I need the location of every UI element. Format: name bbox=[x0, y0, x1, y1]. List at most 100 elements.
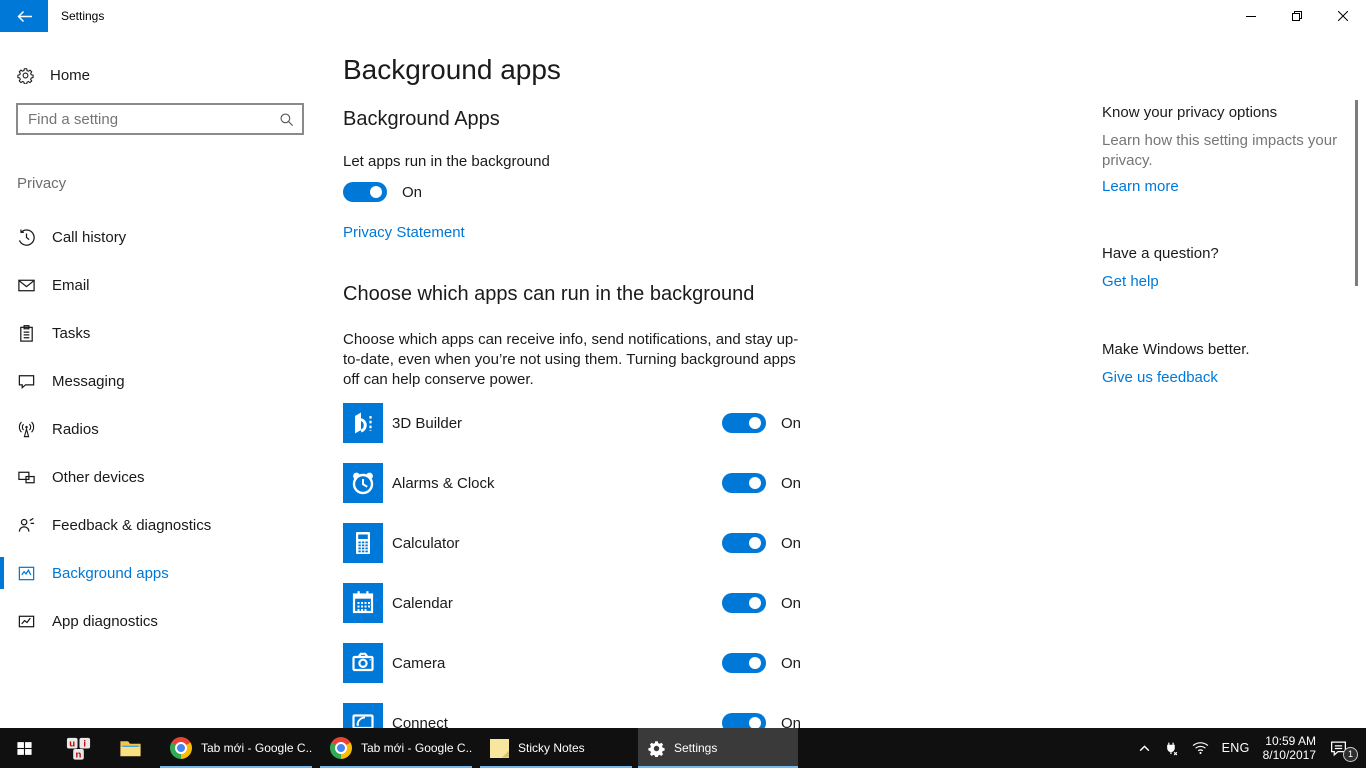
privacy-options-heading: Know your privacy options bbox=[1102, 104, 1277, 121]
start-button[interactable] bbox=[0, 728, 48, 768]
sidebar-item-home[interactable]: Home bbox=[0, 58, 320, 92]
app-toggle-calculator[interactable] bbox=[722, 533, 766, 553]
tasks-icon bbox=[17, 324, 36, 343]
taskbar-button-label: Tab mới - Google C... bbox=[361, 741, 472, 755]
sidebar-item-tasks[interactable]: Tasks bbox=[0, 309, 320, 357]
restore-icon bbox=[1292, 11, 1302, 21]
action-center-button[interactable]: 1 bbox=[1329, 739, 1354, 758]
chevron-up-icon bbox=[1138, 742, 1151, 755]
sidebar-item-background-apps[interactable]: Background apps bbox=[0, 549, 320, 597]
sidebar-item-label: Radios bbox=[52, 421, 99, 438]
feedback-heading: Make Windows better. bbox=[1102, 341, 1250, 358]
minimize-button[interactable] bbox=[1228, 0, 1274, 32]
camera-app-icon bbox=[343, 643, 383, 683]
taskbar-button-label: Settings bbox=[674, 741, 717, 755]
app-toggle-3d-builder[interactable] bbox=[722, 413, 766, 433]
app-name: 3D Builder bbox=[392, 415, 722, 432]
svg-text:u: u bbox=[69, 738, 75, 749]
app-toggle-camera[interactable] bbox=[722, 653, 766, 673]
plug-icon bbox=[1164, 741, 1179, 756]
app-toggle-state: On bbox=[781, 595, 801, 612]
call-history-icon bbox=[17, 228, 36, 247]
app-name: Calculator bbox=[392, 535, 722, 552]
settings-gear-icon bbox=[648, 740, 665, 757]
restore-button[interactable] bbox=[1274, 0, 1320, 32]
search-icon bbox=[279, 112, 302, 127]
sidebar-item-label: Messaging bbox=[52, 373, 125, 390]
get-help-link[interactable]: Get help bbox=[1102, 273, 1159, 290]
page-title: Background apps bbox=[343, 54, 561, 86]
sidebar-item-feedback-diagnostics[interactable]: Feedback & diagnostics bbox=[0, 501, 320, 549]
taskbar-button-label: Sticky Notes bbox=[518, 741, 585, 755]
tray-wifi[interactable] bbox=[1192, 741, 1209, 755]
sticky-notes-icon bbox=[490, 739, 509, 758]
app-row-camera: Camera On bbox=[343, 643, 801, 683]
radios-icon bbox=[17, 420, 36, 439]
tray-clock[interactable]: 10:59 AM8/10/2017 bbox=[1263, 734, 1316, 762]
file-explorer-button[interactable] bbox=[108, 728, 152, 768]
give-feedback-link[interactable]: Give us feedback bbox=[1102, 369, 1218, 386]
svg-text:n: n bbox=[75, 749, 81, 760]
app-name: Camera bbox=[392, 655, 722, 672]
sidebar-item-messaging[interactable]: Messaging bbox=[0, 357, 320, 405]
app-toggle-state: On bbox=[781, 655, 801, 672]
scrollbar[interactable] bbox=[1355, 100, 1358, 286]
sidebar-item-app-diagnostics[interactable]: App diagnostics bbox=[0, 597, 320, 645]
tray-language[interactable]: ENG bbox=[1222, 741, 1250, 755]
sidebar-item-email[interactable]: Email bbox=[0, 261, 320, 309]
back-button[interactable] bbox=[0, 0, 48, 32]
sidebar-item-label: Call history bbox=[52, 229, 126, 246]
app-diagnostics-icon bbox=[17, 612, 36, 631]
file-explorer-icon bbox=[118, 736, 143, 761]
close-icon bbox=[1338, 11, 1348, 21]
close-button[interactable] bbox=[1320, 0, 1366, 32]
app-toggle-calendar[interactable] bbox=[722, 593, 766, 613]
taskbar: uin Tab mới - Google C... Tab mới - Goog… bbox=[0, 728, 1366, 768]
svg-text:i: i bbox=[83, 738, 86, 749]
calculator-app-icon bbox=[343, 523, 383, 563]
sidebar-item-other-devices[interactable]: Other devices bbox=[0, 453, 320, 501]
sidebar-item-call-history[interactable]: Call history bbox=[0, 213, 320, 261]
sidebar-item-radios[interactable]: Radios bbox=[0, 405, 320, 453]
learn-more-link[interactable]: Learn more bbox=[1102, 178, 1179, 195]
master-toggle-label: Let apps run in the background bbox=[343, 153, 550, 170]
gear-icon bbox=[17, 67, 34, 84]
master-toggle-state: On bbox=[402, 184, 422, 201]
titlebar: Settings bbox=[0, 0, 1366, 32]
search-input[interactable] bbox=[18, 111, 279, 128]
app-toggle-alarms-clock[interactable] bbox=[722, 473, 766, 493]
taskbar-chrome-2[interactable]: Tab mới - Google C... bbox=[320, 728, 472, 768]
unikey-button[interactable]: uin bbox=[56, 728, 100, 768]
messaging-icon bbox=[17, 372, 36, 391]
feedback-icon bbox=[17, 516, 36, 535]
app-toggle-state: On bbox=[781, 535, 801, 552]
taskbar-chrome-1[interactable]: Tab mới - Google C... bbox=[160, 728, 312, 768]
wifi-icon bbox=[1192, 741, 1209, 755]
system-tray: ENG 10:59 AM8/10/2017 1 bbox=[1138, 728, 1366, 768]
home-label: Home bbox=[50, 67, 90, 84]
tray-power-status[interactable] bbox=[1164, 741, 1179, 756]
app-row-calendar: Calendar On bbox=[343, 583, 801, 623]
sidebar-item-label: Email bbox=[52, 277, 90, 294]
master-toggle-row: On bbox=[343, 182, 422, 202]
choose-apps-description: Choose which apps can receive info, send… bbox=[343, 330, 808, 390]
taskbar-sticky-notes[interactable]: Sticky Notes bbox=[480, 728, 632, 768]
taskbar-button-label: Tab mới - Google C... bbox=[201, 741, 312, 755]
email-icon bbox=[17, 276, 36, 295]
sidebar-item-label: Feedback & diagnostics bbox=[52, 517, 211, 534]
sidebar-item-label: Background apps bbox=[52, 565, 169, 582]
choose-apps-heading: Choose which apps can run in the backgro… bbox=[343, 283, 754, 306]
sidebar-item-label: Other devices bbox=[52, 469, 145, 486]
privacy-statement-link[interactable]: Privacy Statement bbox=[343, 224, 465, 241]
app-toggle-state: On bbox=[781, 415, 801, 432]
other-devices-icon bbox=[17, 468, 36, 487]
calendar-app-icon bbox=[343, 583, 383, 623]
tray-chevron-up[interactable] bbox=[1138, 742, 1151, 755]
background-apps-heading: Background Apps bbox=[343, 108, 500, 131]
alarms-clock-app-icon bbox=[343, 463, 383, 503]
taskbar-settings[interactable]: Settings bbox=[638, 728, 798, 768]
search-box bbox=[16, 103, 304, 135]
chrome-icon bbox=[170, 737, 192, 759]
master-toggle[interactable] bbox=[343, 182, 387, 202]
privacy-options-description: Learn how this setting impacts your priv… bbox=[1102, 131, 1347, 171]
